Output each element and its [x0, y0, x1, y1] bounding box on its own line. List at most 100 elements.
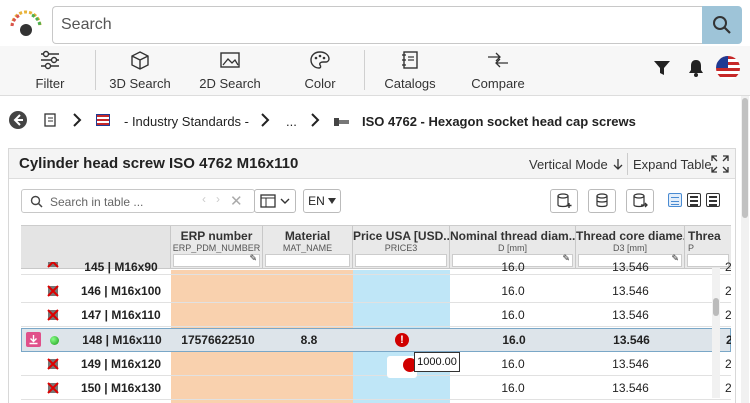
column-layout-dropdown[interactable] — [254, 189, 296, 213]
add-column-button[interactable] — [550, 189, 578, 213]
3d-search-label: 3D Search — [109, 76, 171, 91]
search-input[interactable]: Search — [52, 6, 702, 44]
2d-search-button[interactable]: 2D Search — [198, 46, 262, 96]
price-tooltip: 1000.00 — [414, 352, 460, 372]
2d-search-label: 2D Search — [199, 76, 261, 91]
toolbar-divider — [364, 50, 365, 90]
search-prev-icon[interactable]: ‹ — [202, 192, 206, 206]
cell-p: 2 — [685, 353, 731, 375]
table-row[interactable]: 149 | M16x120 16.0 13.546 2 — [21, 353, 731, 378]
column-subtitle: PRICE3 — [384, 243, 418, 253]
table-row-selected[interactable]: 148 | M16x110 17576622510 8.8 ! 16.0 13.… — [21, 328, 731, 352]
table-row[interactable]: 150 | M16x130 16.0 13.546 2 — [21, 377, 731, 400]
table-layout-icon — [260, 194, 276, 208]
panel-title: Cylinder head screw ISO 4762 M16x110 — [19, 155, 299, 172]
expand-icon[interactable] — [711, 155, 729, 176]
column-title: Thread core diame... — [576, 229, 684, 243]
page-scrollbar[interactable] — [741, 96, 749, 403]
logo-icon[interactable] — [6, 8, 46, 42]
column-subtitle: MAT_NAME — [282, 243, 333, 253]
expand-table-button[interactable]: Expand Table — [633, 157, 712, 172]
missing-part-icon — [47, 309, 59, 324]
catalog-book-icon — [44, 113, 56, 127]
table-scrollbar[interactable] — [712, 268, 720, 398]
chevron-down-icon — [280, 198, 290, 204]
breadcrumb-ellipsis[interactable]: ... — [286, 114, 297, 129]
cell-d: 16.0 — [501, 308, 525, 322]
color-button[interactable]: Color — [298, 46, 342, 96]
notifications-button[interactable] — [686, 58, 706, 81]
database-settings-button[interactable] — [588, 189, 616, 213]
header-divider — [627, 153, 628, 175]
clear-search-icon[interactable]: ✕ — [230, 192, 243, 210]
row-id: 149 | M16x120 — [80, 357, 162, 371]
column-subtitle: D [mm] — [498, 243, 527, 253]
cell-d: 16.0 — [501, 284, 525, 298]
database-add-icon — [557, 193, 572, 208]
cell-d: 16.0 — [501, 262, 525, 274]
sliders-icon — [41, 50, 59, 70]
compare-label: Compare — [471, 76, 525, 91]
3d-search-button[interactable]: 3D Search — [108, 46, 172, 96]
cell-d3: 13.546 — [612, 284, 649, 298]
search-next-icon[interactable]: › — [216, 192, 220, 206]
table-row[interactable]: 145 | M16x90 16.0 13.546 2 — [21, 262, 731, 275]
toolbar-divider — [95, 50, 96, 90]
table-search-field[interactable]: Search in table ... ‹ › ✕ — [21, 189, 255, 213]
language-flag-button[interactable] — [716, 56, 740, 80]
vertical-mode-button[interactable]: Vertical Mode — [529, 157, 608, 172]
cell-p: 2 — [685, 262, 731, 274]
back-button[interactable] — [8, 110, 28, 133]
cell-d3: 13.546 — [612, 262, 649, 274]
image-icon — [220, 52, 240, 68]
row-id: 146 | M16x100 — [80, 284, 162, 298]
column-subtitle: D3 [mm] — [612, 243, 647, 253]
download-icon[interactable] — [26, 332, 41, 347]
table-scrollbar-thumb[interactable] — [713, 298, 719, 316]
catalog-root-button[interactable] — [42, 112, 58, 131]
cell-d3: 13.546 — [613, 333, 650, 347]
language-value: EN — [308, 194, 325, 208]
missing-part-icon — [47, 382, 59, 397]
cell-d: 16.0 — [502, 333, 526, 347]
search-placeholder: Search — [61, 16, 112, 33]
table-search-placeholder: Search in table ... — [50, 195, 144, 209]
sort-down-icon — [613, 158, 623, 173]
view-normal-icon[interactable] — [687, 193, 701, 207]
row-id: 145 | M16x90 — [84, 262, 158, 274]
cell-erp: 17576622510 — [181, 333, 255, 347]
screw-icon — [334, 115, 350, 130]
cell-d3: 13.546 — [612, 357, 649, 371]
chevron-right-icon — [72, 112, 82, 131]
column-title: Threa — [688, 229, 721, 243]
column-title: Nominal thread diam... — [450, 229, 575, 243]
filter-button[interactable]: Filter — [30, 46, 70, 96]
view-compact-icon[interactable] — [668, 193, 682, 207]
view-large-icon[interactable] — [706, 193, 720, 207]
cell-d3: 13.546 — [612, 308, 649, 322]
cell-p: 2 — [685, 377, 731, 399]
table-row[interactable]: 147 | M16x110 16.0 13.546 2 — [21, 304, 731, 327]
missing-part-icon — [47, 262, 59, 271]
language-dropdown[interactable]: EN — [303, 189, 341, 213]
chevron-right-icon — [310, 112, 320, 131]
catalogs-button[interactable]: Catalogs — [380, 46, 440, 96]
cell-p: 2 — [685, 304, 731, 326]
status-ok-icon — [50, 336, 59, 345]
column-title: Material — [284, 229, 331, 243]
error-icon: ! — [395, 333, 409, 347]
compare-button[interactable]: Compare — [468, 46, 528, 96]
search-button[interactable] — [702, 6, 742, 44]
cell-p: 2 — [686, 329, 731, 351]
table-row[interactable]: 146 | M16x100 16.0 13.546 2 — [21, 280, 731, 303]
column-subtitle: ERP_PDM_NUMBER — [172, 243, 261, 253]
breadcrumb-industry-standards[interactable]: - Industry Standards - — [124, 114, 249, 129]
breadcrumb: - Industry Standards - ... ISO 4762 - He… — [0, 104, 740, 140]
database-export-icon — [633, 193, 648, 208]
database-export-button[interactable] — [626, 189, 654, 213]
filter-funnel-button[interactable] — [652, 58, 672, 81]
catalogs-label: Catalogs — [384, 76, 436, 91]
column-subtitle: P — [688, 243, 695, 253]
catalog-icon — [402, 51, 418, 69]
page-scrollbar-thumb[interactable] — [742, 98, 748, 218]
